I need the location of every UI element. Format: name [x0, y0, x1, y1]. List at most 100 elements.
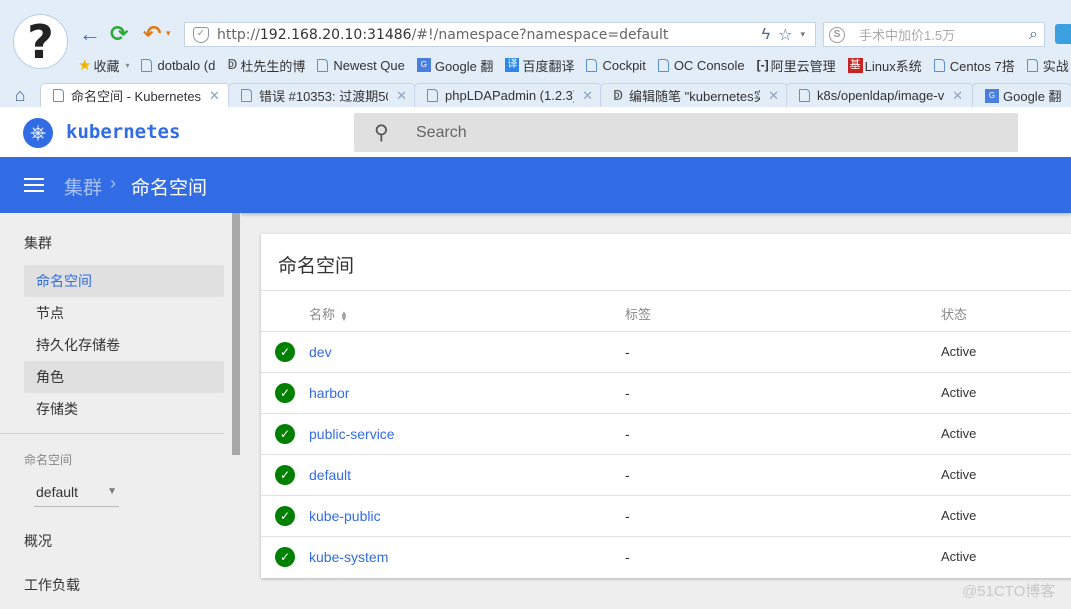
column-header-name[interactable]: 名称 ▲ ▼	[309, 304, 348, 323]
bookmark-item[interactable]: 实战	[1026, 56, 1069, 75]
browser-chrome: ? ← ⟳ ↶ ▾ ✓ http://192.168.20.10:31486/#…	[0, 0, 1071, 107]
page-icon	[1026, 58, 1038, 72]
sidebar-item-nodes[interactable]: 节点	[24, 297, 224, 329]
table-row[interactable]: ✓ harbor - Active	[261, 373, 1071, 414]
page-icon	[241, 89, 252, 102]
browser-tab[interactable]: k8s/openldap/image-v ✕	[786, 83, 974, 107]
sidebar-heading-cluster[interactable]: 集群	[24, 233, 52, 253]
table-row[interactable]: ✓ default - Active	[261, 455, 1071, 496]
table-row[interactable]: ✓ dev - Active	[261, 332, 1071, 373]
namespace-link[interactable]: default	[309, 467, 351, 483]
browser-search-placeholder[interactable]: 手术中加价1.5万	[859, 25, 1029, 44]
table-row[interactable]: ✓ public-service - Active	[261, 414, 1071, 455]
undo-icon[interactable]: ↶	[143, 22, 161, 46]
chevron-right-icon: ›	[110, 173, 116, 193]
check-circle-icon: ✓	[275, 465, 295, 485]
chevron-down-icon: ▾	[125, 60, 130, 70]
bookmark-favorites[interactable]: ★ 收藏 ▾	[78, 56, 129, 75]
bookmark-item[interactable]: 基 Linux系统	[847, 56, 922, 75]
sidebar-item-overview[interactable]: 概况	[24, 531, 52, 551]
blog-icon: ↁ	[227, 57, 238, 72]
namespace-link[interactable]: public-service	[309, 426, 395, 442]
close-icon[interactable]: ✕	[952, 88, 963, 104]
bookmarks-bar: ★ 收藏 ▾ dotbalo (d ↁ 杜先生的博 Newest Que G Googl…	[78, 55, 1071, 75]
sidebar-scrollbar[interactable]	[232, 213, 240, 455]
namespace-link[interactable]: dev	[309, 344, 332, 360]
bookmark-item[interactable]: Centos 7搭	[933, 56, 1015, 75]
namespace-status: Active	[941, 508, 977, 523]
extension-icon[interactable]	[1055, 24, 1071, 44]
namespace-labels: -	[625, 344, 630, 360]
page-icon	[53, 89, 64, 102]
tab-strip: ⌂ 命名空间 - Kubernetes ✕ 错误 #10353: 过渡期50(✕ …	[0, 82, 1071, 107]
page-icon	[427, 89, 438, 102]
home-icon[interactable]: ⌂	[0, 83, 40, 107]
chevron-down-icon[interactable]: ▾	[800, 29, 805, 40]
bookmark-item[interactable]: Newest Que	[317, 58, 405, 73]
bookmark-item[interactable]: G Google 翻	[416, 56, 493, 75]
search-icon[interactable]: ⌕	[1029, 26, 1044, 44]
kubernetes-logo-icon[interactable]: ⎈	[23, 118, 53, 148]
search-input[interactable]	[416, 123, 976, 142]
google-translate-icon: G	[416, 58, 431, 72]
bookmark-item[interactable]: 译百度翻译	[505, 56, 574, 75]
card-title: 命名空间	[278, 256, 355, 277]
address-url[interactable]: http://192.168.20.10:31486/#!/namespace?…	[217, 27, 762, 43]
menu-icon[interactable]	[24, 178, 44, 192]
lightning-icon[interactable]: ϟ	[762, 26, 770, 44]
address-bar[interactable]: ✓ http://192.168.20.10:31486/#!/namespac…	[184, 22, 816, 47]
sidebar-item-storage-classes[interactable]: 存储类	[24, 393, 224, 425]
namespace-status: Active	[941, 549, 977, 564]
browser-search-box[interactable]: S 手术中加价1.5万 ⌕	[823, 22, 1045, 47]
browser-logo-icon[interactable]: ?	[13, 14, 68, 69]
brand-name[interactable]: kubernetes	[66, 121, 180, 143]
close-icon[interactable]: ✕	[209, 88, 220, 104]
bookmark-item[interactable]: ↁ 杜先生的博	[227, 56, 305, 75]
namespace-select[interactable]: default ▼	[34, 479, 119, 507]
check-circle-icon: ✓	[275, 424, 295, 444]
namespace-status: Active	[941, 426, 977, 441]
browser-tab-active[interactable]: 命名空间 - Kubernetes ✕	[40, 83, 230, 107]
close-icon[interactable]: ✕	[582, 88, 593, 104]
back-arrow-icon[interactable]: ←	[79, 22, 101, 46]
browser-tab[interactable]: ↁ 编辑随笔 "kubernetes实 ✕	[600, 83, 788, 107]
namespace-link[interactable]: kube-system	[309, 549, 388, 565]
bookmark-item[interactable]: [-] 阿里云管理	[757, 56, 836, 75]
namespace-select-value: default	[36, 484, 79, 500]
bookmark-item[interactable]: dotbalo (d	[141, 58, 215, 73]
table-row[interactable]: ✓ kube-public - Active	[261, 496, 1071, 537]
namespace-status: Active	[941, 467, 977, 482]
search-icon: ⚲	[374, 122, 389, 144]
namespace-link[interactable]: kube-public	[309, 508, 381, 524]
breadcrumb-cluster[interactable]: 集群	[64, 173, 102, 200]
sidebar-item-persistent-volumes[interactable]: 持久化存储卷	[24, 329, 224, 361]
bookmark-item[interactable]: OC Console	[657, 58, 745, 73]
sidebar-item-workloads[interactable]: 工作负载	[24, 575, 80, 595]
action-bar: 集群 › 命名空间	[0, 157, 1071, 213]
check-circle-icon: ✓	[275, 342, 295, 362]
blog-icon: ↁ	[613, 87, 624, 103]
close-icon[interactable]: ✕	[768, 88, 779, 104]
star-icon[interactable]: ☆	[778, 25, 792, 45]
browser-tab[interactable]: G Google 翻	[972, 83, 1071, 107]
browser-tab[interactable]: 错误 #10353: 过渡期50(✕	[228, 83, 416, 107]
bookmark-item[interactable]: Cockpit	[586, 58, 646, 73]
sidebar-item-namespaces[interactable]: 命名空间	[24, 265, 224, 297]
column-header-status: 状态	[941, 307, 968, 322]
check-circle-icon: ✓	[275, 383, 295, 403]
app-search-bar[interactable]: ⚲	[354, 113, 1018, 152]
refresh-icon[interactable]: ⟳	[110, 22, 128, 46]
table-row[interactable]: ✓ kube-system - Active	[261, 537, 1071, 578]
baidu-translate-icon: 译	[505, 58, 520, 72]
browser-tab[interactable]: phpLDAPadmin (1.2.3) ✕	[414, 83, 602, 107]
page-icon	[657, 58, 669, 72]
page-icon	[933, 58, 945, 72]
namespace-link[interactable]: harbor	[309, 385, 349, 401]
sort-icon[interactable]: ▲ ▼	[340, 309, 348, 322]
ji-icon: 基	[847, 57, 863, 73]
page-icon	[141, 58, 153, 72]
url-path: /#!/namespace?namespace=default	[411, 26, 669, 43]
close-icon[interactable]: ✕	[396, 88, 407, 104]
sidebar-item-roles[interactable]: 角色	[24, 361, 224, 393]
undo-dropdown-icon[interactable]: ▾	[166, 28, 171, 39]
